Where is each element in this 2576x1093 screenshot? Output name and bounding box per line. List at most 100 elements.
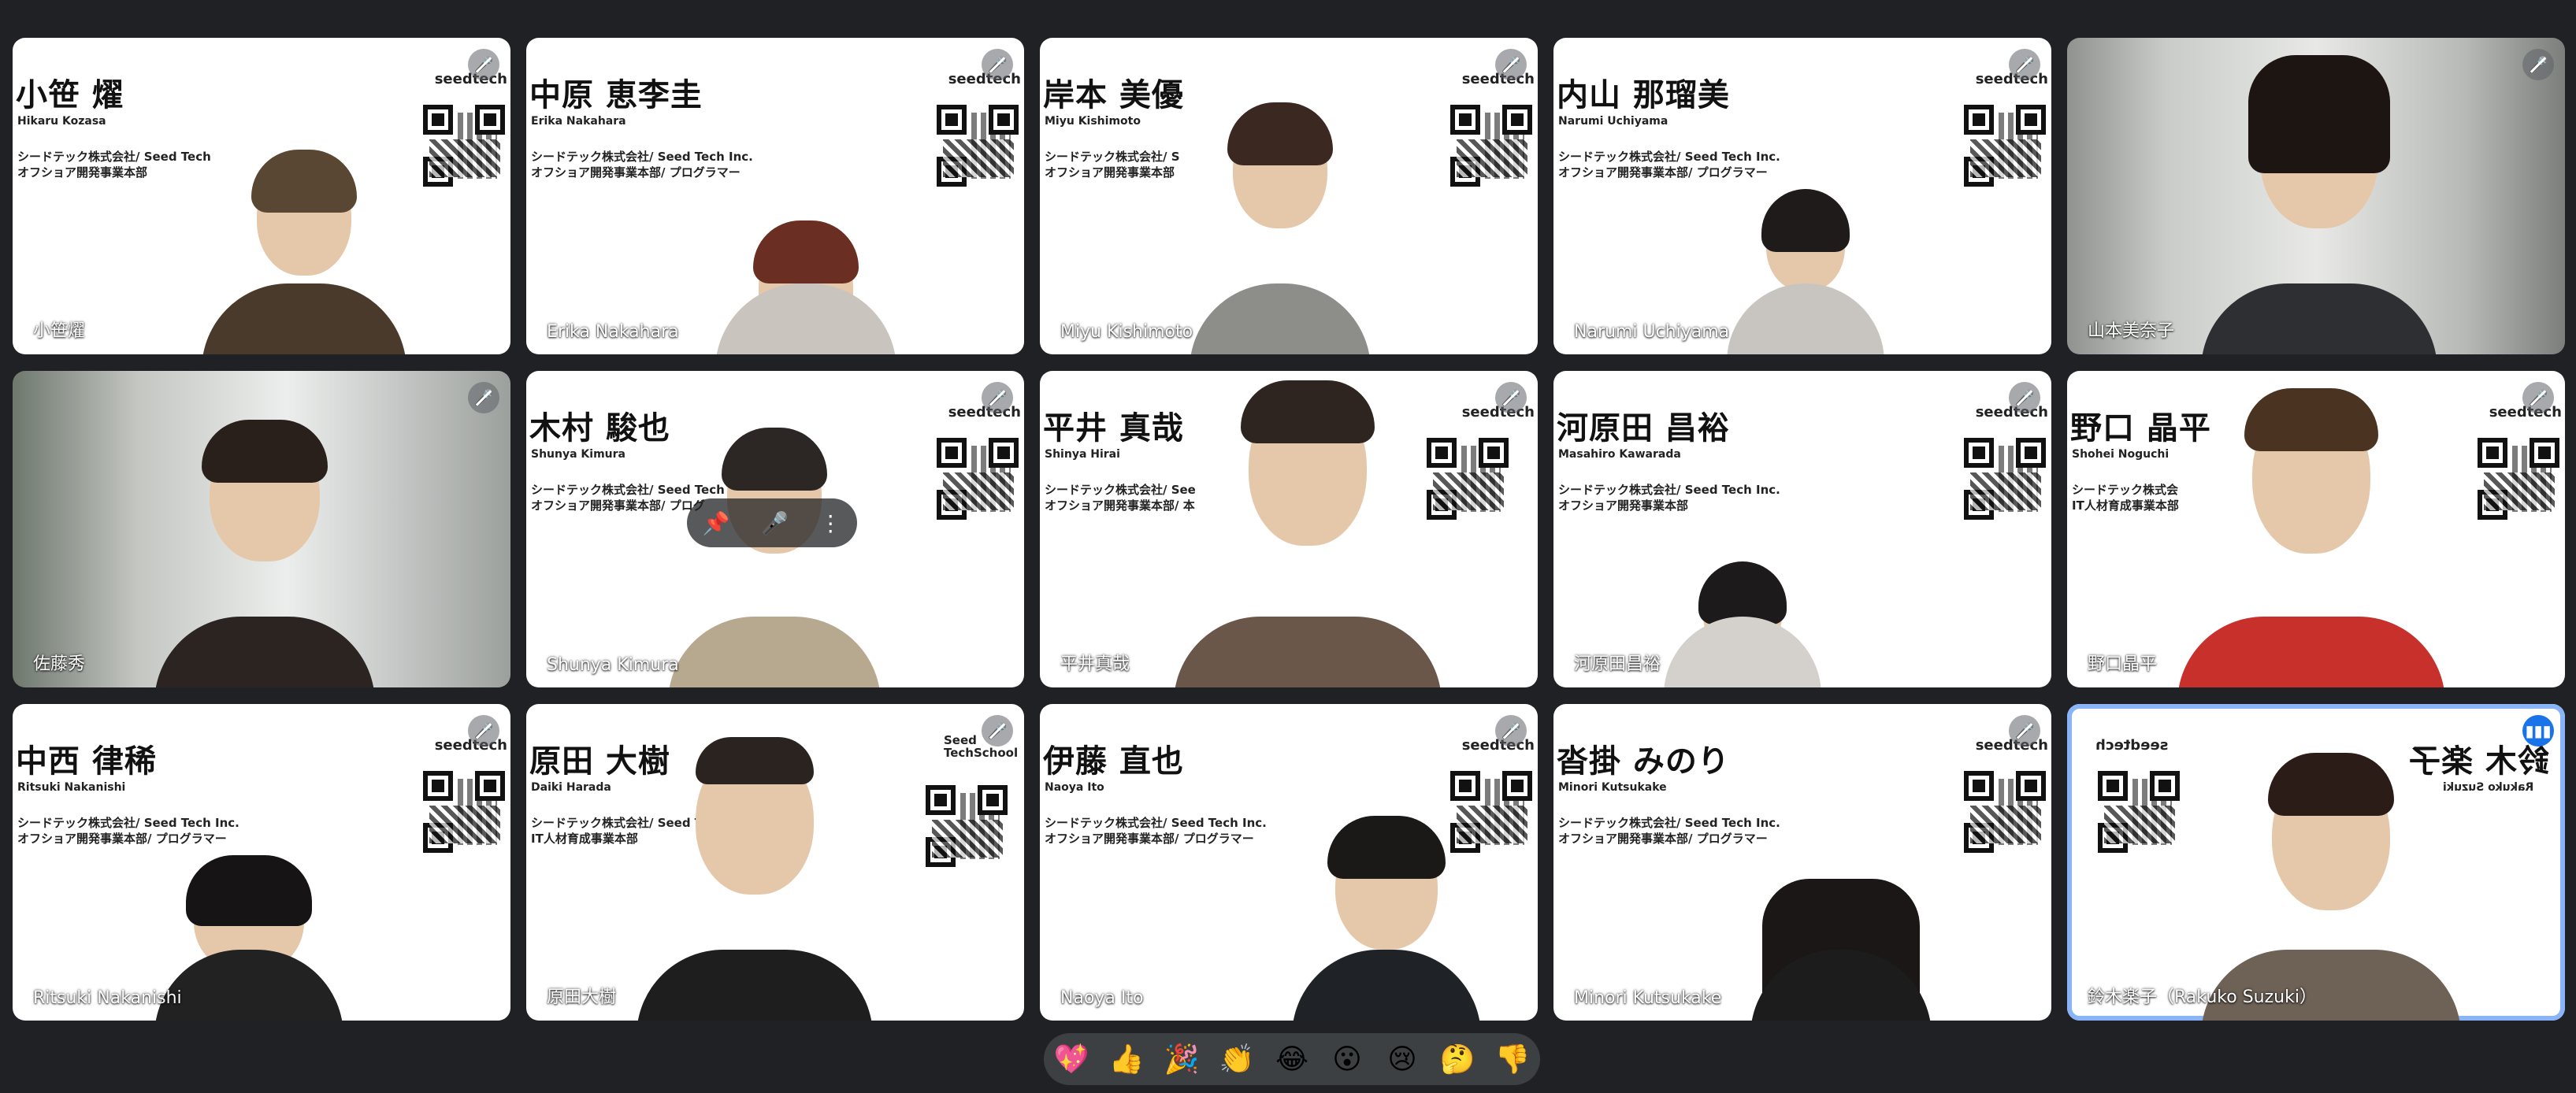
participant-video <box>1727 189 1884 354</box>
participant-name: 野口晶平 <box>2088 654 2158 674</box>
mic-off-icon: 🎤 <box>2522 49 2554 80</box>
card-department: オフショア開発事業本部/ プログラマー <box>1558 832 1768 846</box>
participant-video <box>2177 388 2445 687</box>
card-department: IT人材育成事業本部 <box>531 832 638 846</box>
participant-video <box>2201 55 2437 354</box>
participant-tile[interactable]: 野口 晶平 Shohei Noguchi シードテック株式会 IT人材育成事業本… <box>2067 371 2565 687</box>
mic-off-icon: 🎤 <box>760 509 789 536</box>
qr-code <box>421 769 507 855</box>
participant-tile[interactable]: 🎤 佐藤秀 <box>13 371 510 687</box>
card-name: 伊藤 直也 <box>1043 743 1184 780</box>
mic-off-icon: 🎤 <box>468 382 499 413</box>
participant-video <box>1664 561 1821 687</box>
card-name: 小笹 燿 <box>16 77 124 113</box>
card-department: オフショア開発事業本部 <box>17 165 148 180</box>
participant-video <box>202 150 406 354</box>
participant-name: 小笹燿 <box>33 321 86 341</box>
card-company: シードテック株式会 <box>2072 483 2179 497</box>
card-company: シードテック株式会社/ Seed Tech Inc. <box>1558 483 1780 497</box>
pin-icon[interactable]: 📌 <box>703 510 730 536</box>
reaction-surprised-icon[interactable]: 😮 <box>1323 1043 1371 1076</box>
card-roman-name: Shunya Kimura <box>531 448 625 461</box>
participant-tile[interactable]: 中西 律稀 Ritsuki Nakanishi シードテック株式会社/ Seed… <box>13 704 510 1021</box>
reaction-sad-icon[interactable]: 😢 <box>1379 1043 1426 1076</box>
card-roman-name: Narumi Uchiyama <box>1558 115 1668 128</box>
qr-code <box>934 102 1021 189</box>
company-logo: seedtech <box>2095 737 2169 754</box>
card-department: IT人材育成事業本部 <box>2072 498 2179 513</box>
qr-code <box>1962 435 2048 522</box>
participant-video <box>1292 816 1481 1021</box>
reaction-thumbs-up-icon[interactable]: 👍 <box>1103 1043 1150 1076</box>
participant-name: Naoya Ito <box>1060 988 1144 1008</box>
card-company: シードテック株式会社/ Seed Tech Inc. <box>17 816 239 830</box>
card-name: 中原 恵李圭 <box>529 77 703 113</box>
card-name: 内山 那瑠美 <box>1557 77 1730 113</box>
qr-code <box>421 102 507 189</box>
participant-video <box>1750 879 1932 1021</box>
card-department: オフショア開発事業本部/ プログラマー <box>531 165 741 180</box>
participant-name: 山本美奈子 <box>2088 321 2175 341</box>
participant-tile[interactable]: 内山 那瑠美 Narumi Uchiyama シードテック株式会社/ Seed … <box>1553 38 2051 354</box>
more-vert-icon[interactable]: ⋮ <box>819 510 841 536</box>
participant-name: Miyu Kishimoto <box>1060 322 1193 342</box>
qr-code <box>934 435 1021 522</box>
participant-video <box>2201 753 2461 1021</box>
mic-off-icon: 🎤 <box>1495 715 1527 747</box>
card-company: シードテック株式会社/ Seed Tech Inc. <box>1558 150 1780 164</box>
participant-tile[interactable]: 🎤 山本美奈子 <box>2067 38 2565 354</box>
reaction-thinking-icon[interactable]: 🤔 <box>1434 1043 1481 1076</box>
card-roman-name: Hikaru Kozasa <box>17 115 106 128</box>
participant-tile[interactable]: 岸本 美優 Miyu Kishimoto シードテック株式会社/ S オフショア… <box>1040 38 1538 354</box>
participant-tile[interactable]: 平井 真哉 Shinya Hirai シードテック株式会社/ See オフショア… <box>1040 371 1538 687</box>
reaction-bar: 💖 👍 🎉 👏 😂 😮 😢 🤔 👎 <box>1044 1033 1540 1085</box>
participant-name: Ritsuki Nakanishi <box>33 988 182 1008</box>
participant-tile[interactable]: 河原田 昌裕 Masahiro Kawarada シードテック株式会社/ See… <box>1553 371 2051 687</box>
participant-video <box>1190 102 1371 354</box>
card-roman-name: Erika Nakahara <box>531 115 626 128</box>
participant-tile[interactable]: 伊藤 直也 Naoya Ito シードテック株式会社/ Seed Tech In… <box>1040 704 1538 1021</box>
tile-hover-controls: 📌 🎤 ⋮ <box>687 498 857 547</box>
mic-off-icon: 🎤 <box>2009 382 2040 413</box>
participant-tile[interactable]: 原田 大樹 Daiki Harada シードテック株式会社/ Seed Tech… <box>526 704 1024 1021</box>
reaction-thumbs-down-icon[interactable]: 👎 <box>1489 1043 1536 1076</box>
qr-code <box>2095 769 2182 855</box>
card-roman-name: Minori Kutsukake <box>1558 781 1667 794</box>
participant-video <box>668 428 881 687</box>
participant-video <box>154 420 375 687</box>
card-name: 沓掛 みのり <box>1557 743 1730 780</box>
mic-off-icon: 🎤 <box>468 49 499 80</box>
reaction-party-icon[interactable]: 🎉 <box>1158 1043 1205 1076</box>
card-department: オフショア開発事業本部/ プログラマー <box>17 832 227 846</box>
card-roman-name: Shinya Hirai <box>1045 448 1120 461</box>
speaking-icon: ▮▮▮ <box>2522 715 2554 747</box>
card-department: オフショア開発事業本部/ プログラマー <box>1558 165 1768 180</box>
participant-tile[interactable]: 沓掛 みのり Minori Kutsukake シードテック株式会社/ Seed… <box>1553 704 2051 1021</box>
qr-code <box>1962 769 2048 855</box>
card-roman-name: Ritsuki Nakanishi <box>17 781 126 794</box>
card-department: オフショア開発事業本部/ 本 <box>1045 498 1195 513</box>
participant-tile[interactable]: 木村 駿也 Shunya Kimura シードテック株式会社/ Seed Tec… <box>526 371 1024 687</box>
participant-name: 平井真哉 <box>1060 654 1130 674</box>
reaction-heart-icon[interactable]: 💖 <box>1048 1043 1095 1076</box>
participant-name: 河原田昌裕 <box>1574 654 1661 674</box>
participant-name: Erika Nakahara <box>547 322 679 342</box>
participant-tile[interactable]: 中原 恵李圭 Erika Nakahara シードテック株式会社/ Seed T… <box>526 38 1024 354</box>
participant-video <box>637 737 873 1021</box>
reaction-laugh-icon[interactable]: 😂 <box>1268 1043 1316 1076</box>
reaction-clap-icon[interactable]: 👏 <box>1213 1043 1260 1076</box>
qr-code <box>2475 435 2562 522</box>
qr-code <box>923 783 1010 869</box>
participant-name: 鈴木楽子（Rakuko Suzuki） <box>2088 987 2317 1007</box>
mic-off-icon: 🎤 <box>2009 49 2040 80</box>
participant-tile-active-speaker[interactable]: 鈴木 楽子 Rakuko Suzuki seedtech ▮▮▮ 鈴木楽子（Ra… <box>2067 704 2565 1021</box>
participant-name: 佐藤秀 <box>33 654 86 674</box>
qr-code <box>1448 102 1535 189</box>
mic-off-icon: 🎤 <box>468 715 499 747</box>
participant-tile[interactable]: 小笹 燿 Hikaru Kozasa シードテック株式会社/ Seed Tech… <box>13 38 510 354</box>
card-department: オフショア開発事業本部 <box>1558 498 1689 513</box>
mic-off-icon: 🎤 <box>982 715 1013 747</box>
card-roman-name: Daiki Harada <box>531 781 611 794</box>
participant-video <box>1174 380 1442 687</box>
card-name: 岸本 美優 <box>1043 77 1184 113</box>
